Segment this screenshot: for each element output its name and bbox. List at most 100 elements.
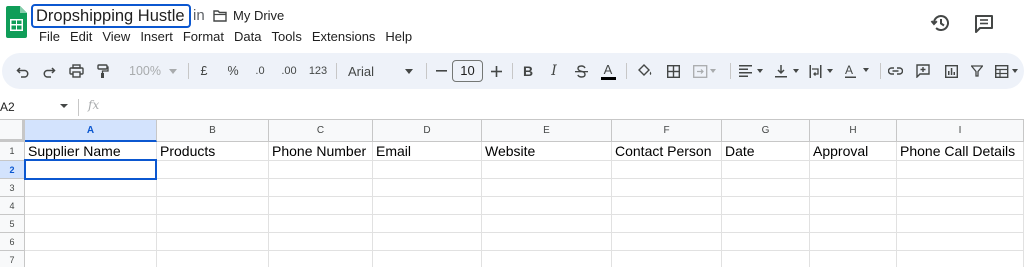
column-header-c[interactable]: C [269, 120, 373, 142]
cell-c4[interactable] [269, 197, 373, 215]
cell-e1[interactable]: Website [482, 142, 612, 161]
cell-h1[interactable]: Approval [810, 142, 897, 161]
increase-decimals-button[interactable]: .00 [278, 53, 300, 89]
table-view-button[interactable] [994, 53, 1022, 89]
cell-i6[interactable] [897, 233, 1024, 251]
menu-file[interactable]: File [34, 27, 65, 47]
bold-button[interactable]: B [520, 53, 536, 89]
cell-i1[interactable]: Phone Call Details [897, 142, 1024, 161]
cell-c3[interactable] [269, 179, 373, 197]
text-color-button[interactable]: A [600, 53, 616, 89]
decrease-font-size-button[interactable] [434, 53, 448, 89]
cell-f5[interactable] [612, 215, 722, 233]
select-all-corner[interactable] [0, 120, 25, 142]
cell-h4[interactable] [810, 197, 897, 215]
cell-i3[interactable] [897, 179, 1024, 197]
cell-h5[interactable] [810, 215, 897, 233]
active-cell-a2[interactable] [24, 159, 157, 180]
column-header-d[interactable]: D [373, 120, 482, 142]
vertical-align-button[interactable] [774, 53, 802, 89]
name-box[interactable]: A2 [0, 98, 15, 116]
cell-a6[interactable] [25, 233, 157, 251]
column-header-a[interactable]: A [25, 120, 157, 142]
text-rotation-button[interactable]: A [844, 53, 872, 89]
cell-i4[interactable] [897, 197, 1024, 215]
italic-button[interactable]: I [546, 53, 562, 89]
cell-f6[interactable] [612, 233, 722, 251]
name-box-chevron-down-icon[interactable] [60, 104, 68, 108]
cell-d7[interactable] [373, 251, 482, 267]
cell-b4[interactable] [157, 197, 269, 215]
print-button[interactable] [67, 53, 85, 89]
cell-b3[interactable] [157, 179, 269, 197]
cell-b7[interactable] [157, 251, 269, 267]
cell-i7[interactable] [897, 251, 1024, 267]
column-header-g[interactable]: G [722, 120, 810, 142]
number-format-button[interactable]: 123 [307, 53, 329, 89]
menu-help[interactable]: Help [380, 27, 417, 47]
cell-i2[interactable] [897, 161, 1024, 179]
filter-button[interactable] [968, 53, 986, 89]
cell-c5[interactable] [269, 215, 373, 233]
font-size-input[interactable]: 10 [452, 60, 483, 82]
cell-d1[interactable]: Email [373, 142, 482, 161]
cell-e5[interactable] [482, 215, 612, 233]
cell-c1[interactable]: Phone Number [269, 142, 373, 161]
cell-h6[interactable] [810, 233, 897, 251]
cell-h7[interactable] [810, 251, 897, 267]
insert-chart-button[interactable] [942, 53, 960, 89]
cell-e4[interactable] [482, 197, 612, 215]
cell-e3[interactable] [482, 179, 612, 197]
cell-g2[interactable] [722, 161, 810, 179]
cell-d6[interactable] [373, 233, 482, 251]
column-header-h[interactable]: H [810, 120, 897, 142]
menu-view[interactable]: View [97, 27, 135, 47]
cell-e2[interactable] [482, 161, 612, 179]
row-header-5[interactable]: 5 [0, 215, 25, 233]
horizontal-align-button[interactable] [738, 53, 766, 89]
row-header-4[interactable]: 4 [0, 197, 25, 215]
cell-h3[interactable] [810, 179, 897, 197]
menu-tools[interactable]: Tools [266, 27, 306, 47]
decrease-decimals-button[interactable]: .0 [250, 53, 270, 89]
sheets-logo-icon[interactable] [4, 6, 28, 38]
cell-a5[interactable] [25, 215, 157, 233]
cell-g5[interactable] [722, 215, 810, 233]
cell-e7[interactable] [482, 251, 612, 267]
cell-g7[interactable] [722, 251, 810, 267]
increase-font-size-button[interactable] [489, 53, 503, 89]
insert-comment-button[interactable] [914, 53, 932, 89]
menu-data[interactable]: Data [229, 27, 266, 47]
cell-f3[interactable] [612, 179, 722, 197]
cell-b6[interactable] [157, 233, 269, 251]
cell-c6[interactable] [269, 233, 373, 251]
cell-g3[interactable] [722, 179, 810, 197]
cell-f2[interactable] [612, 161, 722, 179]
zoom-select[interactable]: 100% [124, 53, 166, 89]
strikethrough-button[interactable] [573, 53, 589, 89]
undo-button[interactable] [14, 53, 32, 89]
cell-a7[interactable] [25, 251, 157, 267]
cell-h2[interactable] [810, 161, 897, 179]
cell-d5[interactable] [373, 215, 482, 233]
document-title[interactable]: Dropshipping Hustle [36, 4, 185, 28]
cell-b1[interactable]: Products [157, 142, 269, 161]
row-header-7[interactable]: 7 [0, 251, 25, 267]
menu-extensions[interactable]: Extensions [307, 27, 381, 47]
cell-f4[interactable] [612, 197, 722, 215]
cell-c7[interactable] [269, 251, 373, 267]
merge-cells-button[interactable] [692, 53, 718, 89]
folder-icon[interactable] [213, 10, 227, 22]
paint-format-button[interactable] [94, 53, 112, 89]
column-header-i[interactable]: I [897, 120, 1024, 142]
cell-i5[interactable] [897, 215, 1024, 233]
folder-location-link[interactable]: My Drive [233, 7, 284, 25]
cell-f7[interactable] [612, 251, 722, 267]
row-header-6[interactable]: 6 [0, 233, 25, 251]
column-header-e[interactable]: E [482, 120, 612, 142]
history-icon[interactable] [930, 12, 952, 34]
borders-button[interactable] [664, 53, 682, 89]
currency-format-button[interactable]: £ [197, 53, 211, 89]
comment-icon[interactable] [973, 13, 995, 35]
percent-format-button[interactable]: % [225, 53, 241, 89]
